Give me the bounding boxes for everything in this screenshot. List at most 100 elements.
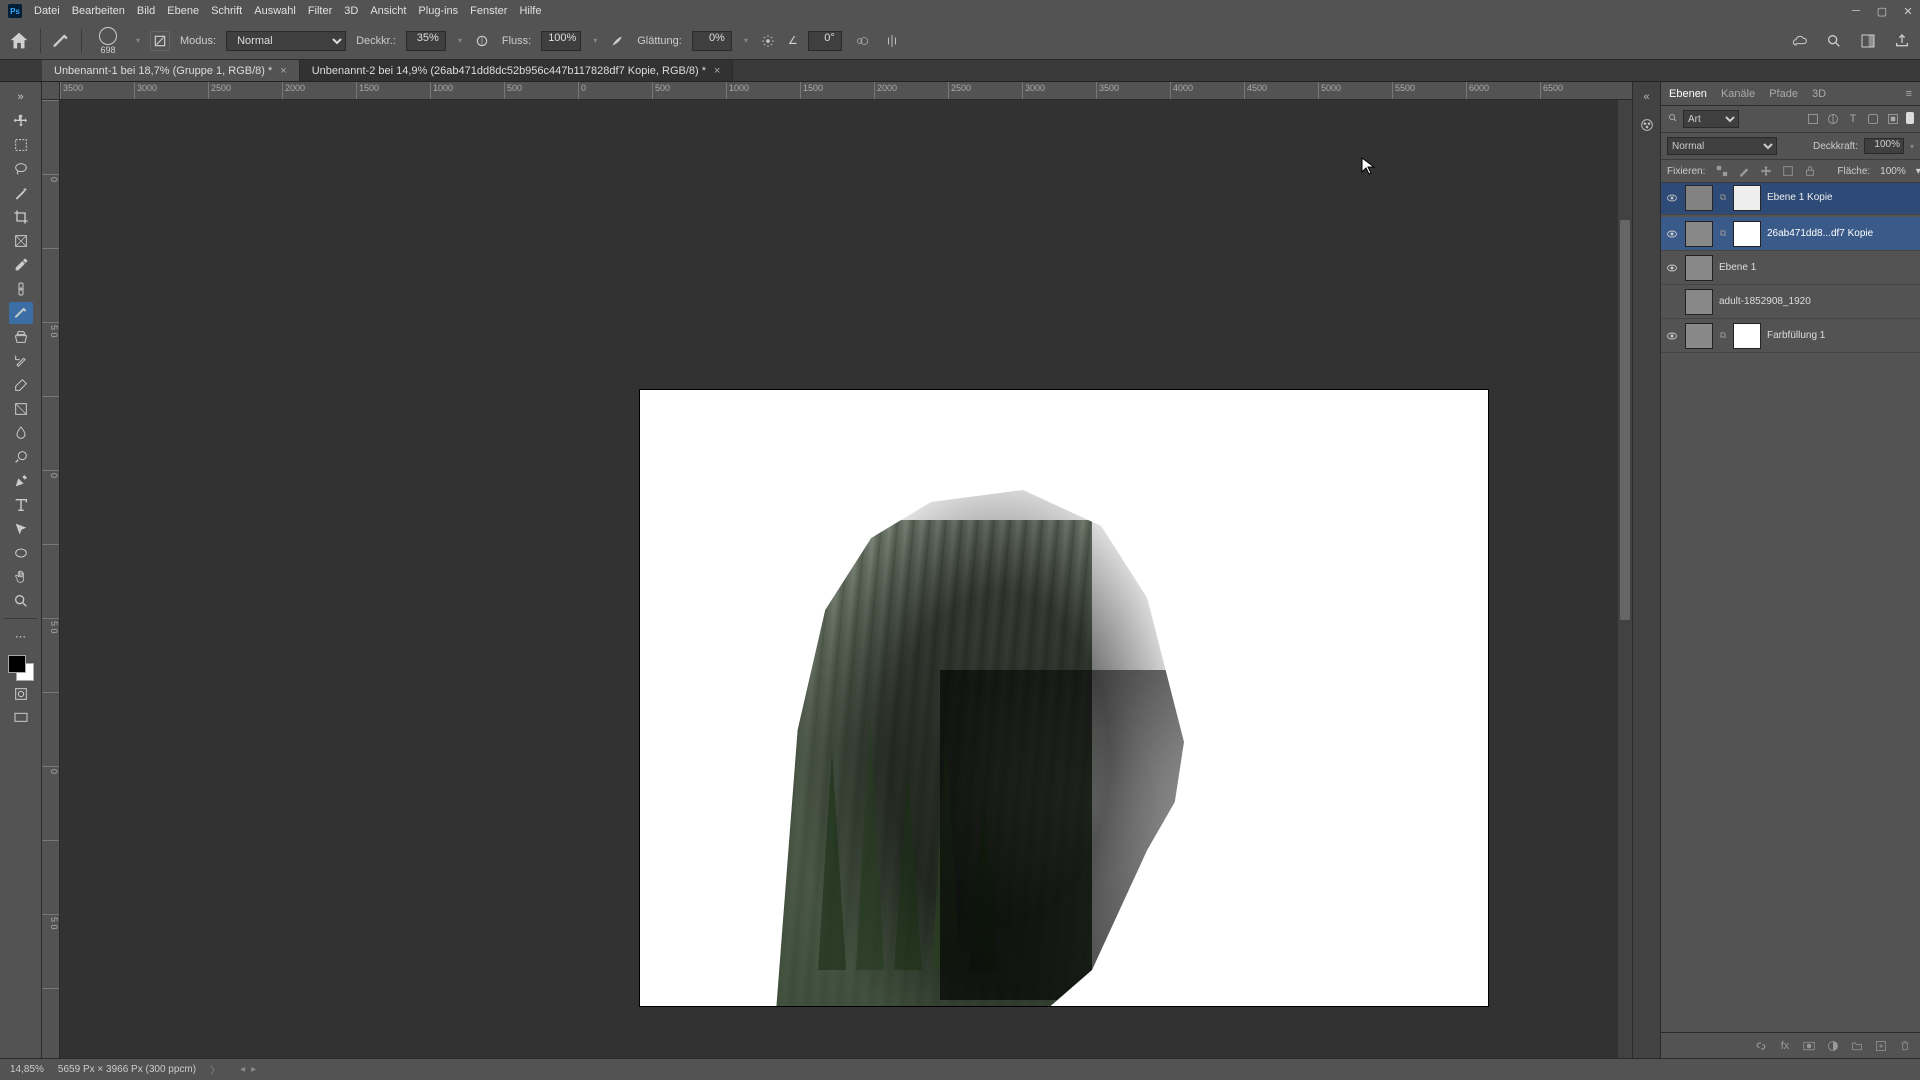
foreground-color-swatch[interactable] bbox=[8, 655, 26, 673]
layer-name[interactable]: adult-1852908_1920 bbox=[1719, 296, 1916, 307]
layer-row[interactable]: adult-1852908_1920 bbox=[1661, 285, 1920, 319]
menu-file[interactable]: Datei bbox=[34, 5, 60, 17]
filter-pixel-icon[interactable] bbox=[1806, 112, 1820, 126]
layer-row[interactable]: Ebene 1 bbox=[1661, 251, 1920, 285]
symmetry-icon[interactable] bbox=[882, 31, 902, 51]
workspace-icon[interactable] bbox=[1858, 31, 1878, 51]
angle-input[interactable]: 0° bbox=[808, 31, 842, 51]
tab-3d[interactable]: 3D bbox=[1812, 88, 1826, 100]
menu-edit[interactable]: Bearbeiten bbox=[72, 5, 125, 17]
info-chevron-icon[interactable]: 〉 bbox=[210, 1062, 220, 1077]
nav-next-icon[interactable]: ▸ bbox=[251, 1064, 256, 1075]
adjustment-layer-icon[interactable] bbox=[1826, 1039, 1840, 1053]
window-close-icon[interactable]: ✕ bbox=[1896, 2, 1920, 20]
opacity-input[interactable]: 35% bbox=[406, 31, 446, 51]
layer-thumbnail[interactable] bbox=[1685, 185, 1713, 211]
menu-type[interactable]: Schrift bbox=[211, 5, 242, 17]
layer-row[interactable]: ⧉Farbfüllung 1 bbox=[1661, 319, 1920, 353]
layer-mask-thumbnail[interactable] bbox=[1733, 185, 1761, 211]
marquee-tool[interactable] bbox=[9, 134, 33, 156]
eraser-tool[interactable] bbox=[9, 374, 33, 396]
home-icon[interactable] bbox=[8, 30, 30, 52]
brush-preset-picker[interactable]: 698 bbox=[92, 25, 124, 57]
nav-prev-icon[interactable]: ◂ bbox=[240, 1064, 245, 1075]
layer-name[interactable]: Ebene 1 Kopie bbox=[1767, 192, 1916, 203]
clone-stamp-tool[interactable] bbox=[9, 326, 33, 348]
menu-filter[interactable]: Filter bbox=[308, 5, 332, 17]
type-tool[interactable] bbox=[9, 494, 33, 516]
move-tool[interactable] bbox=[9, 110, 33, 132]
blend-mode-select[interactable]: Normal bbox=[226, 31, 346, 51]
close-icon[interactable]: × bbox=[280, 65, 286, 77]
layer-thumbnail[interactable] bbox=[1685, 221, 1713, 247]
collapse-toolbar-icon[interactable]: » bbox=[9, 86, 33, 108]
crop-tool[interactable] bbox=[9, 206, 33, 228]
expand-panels-icon[interactable]: « bbox=[1638, 88, 1656, 106]
layer-name[interactable]: Ebene 1 bbox=[1719, 262, 1916, 273]
menu-window[interactable]: Fenster bbox=[470, 5, 507, 17]
layer-opacity-input[interactable]: 100% bbox=[1864, 138, 1904, 154]
ruler-origin[interactable] bbox=[42, 82, 60, 100]
pressure-opacity-icon[interactable] bbox=[472, 31, 492, 51]
search-icon[interactable] bbox=[1824, 31, 1844, 51]
zoom-level[interactable]: 14,85% bbox=[10, 1064, 44, 1075]
document-info[interactable]: 5659 Px × 3966 Px (300 ppcm) bbox=[58, 1064, 196, 1075]
smoothing-options-icon[interactable] bbox=[758, 31, 778, 51]
window-minimize-icon[interactable]: ─ bbox=[1844, 2, 1868, 20]
layer-row[interactable]: ⧉ Ebene 1 Kopie bbox=[1661, 183, 1920, 215]
share-icon[interactable] bbox=[1892, 31, 1912, 51]
menu-3d[interactable]: 3D bbox=[344, 5, 358, 17]
filter-smartobj-icon[interactable] bbox=[1886, 112, 1900, 126]
layer-blend-select[interactable]: Normal bbox=[1667, 137, 1777, 155]
eyedropper-tool[interactable] bbox=[9, 254, 33, 276]
history-brush-tool[interactable] bbox=[9, 350, 33, 372]
visibility-toggle-icon[interactable] bbox=[1665, 192, 1679, 204]
color-panel-icon[interactable] bbox=[1638, 116, 1656, 134]
menu-view[interactable]: Ansicht bbox=[370, 5, 406, 17]
close-icon[interactable]: × bbox=[714, 65, 720, 77]
mask-link-icon[interactable]: ⧉ bbox=[1719, 228, 1727, 239]
document-canvas[interactable] bbox=[640, 390, 1488, 1006]
brush-tool[interactable] bbox=[9, 302, 33, 324]
panel-menu-icon[interactable]: ≡ bbox=[1906, 88, 1912, 100]
fill-input[interactable]: 100% bbox=[1880, 166, 1906, 177]
mask-link-icon[interactable]: ⧉ bbox=[1719, 192, 1727, 203]
link-layers-icon[interactable] bbox=[1754, 1039, 1768, 1053]
pen-tool[interactable] bbox=[9, 470, 33, 492]
dodge-tool[interactable] bbox=[9, 446, 33, 468]
canvas-area[interactable]: 3500300025002000150010005000500100015002… bbox=[42, 82, 1632, 1058]
brush-tool-icon[interactable] bbox=[51, 31, 71, 51]
lasso-tool[interactable] bbox=[9, 158, 33, 180]
layer-thumbnail[interactable] bbox=[1685, 289, 1713, 315]
layer-thumbnail[interactable] bbox=[1685, 323, 1713, 349]
path-select-tool[interactable] bbox=[9, 518, 33, 540]
pressure-size-icon[interactable] bbox=[852, 31, 872, 51]
screen-mode-icon[interactable] bbox=[9, 707, 33, 729]
layer-mask-thumbnail[interactable] bbox=[1733, 323, 1761, 349]
menu-layer[interactable]: Ebene bbox=[167, 5, 199, 17]
lock-artboard-icon[interactable] bbox=[1781, 164, 1795, 178]
smoothing-input[interactable]: 0% bbox=[692, 31, 732, 51]
group-icon[interactable] bbox=[1850, 1039, 1864, 1053]
filter-shape-icon[interactable] bbox=[1866, 112, 1880, 126]
tab-layers[interactable]: Ebenen bbox=[1669, 88, 1707, 100]
document-tab[interactable]: Unbenannt-2 bei 14,9% (26ab471dd8dc52b95… bbox=[300, 60, 734, 81]
tab-channels[interactable]: Kanäle bbox=[1721, 88, 1755, 100]
mask-link-icon[interactable]: ⧉ bbox=[1719, 330, 1727, 341]
frame-tool[interactable] bbox=[9, 230, 33, 252]
zoom-tool[interactable] bbox=[9, 590, 33, 612]
filter-toggle-icon[interactable] bbox=[1906, 112, 1914, 124]
scrollbar-vertical[interactable] bbox=[1618, 100, 1632, 1058]
flow-input[interactable]: 100% bbox=[541, 31, 581, 51]
airbrush-icon[interactable] bbox=[607, 31, 627, 51]
hand-tool[interactable] bbox=[9, 566, 33, 588]
healing-brush-tool[interactable] bbox=[9, 278, 33, 300]
delete-layer-icon[interactable] bbox=[1898, 1039, 1912, 1053]
blur-tool[interactable] bbox=[9, 422, 33, 444]
new-layer-icon[interactable] bbox=[1874, 1039, 1888, 1053]
lock-transparency-icon[interactable] bbox=[1715, 164, 1729, 178]
menu-select[interactable]: Auswahl bbox=[254, 5, 296, 17]
filter-adjustment-icon[interactable] bbox=[1826, 112, 1840, 126]
edit-toolbar-icon[interactable]: ⋯ bbox=[9, 625, 33, 647]
layer-name[interactable]: 26ab471dd8...df7 Kopie bbox=[1767, 228, 1916, 239]
